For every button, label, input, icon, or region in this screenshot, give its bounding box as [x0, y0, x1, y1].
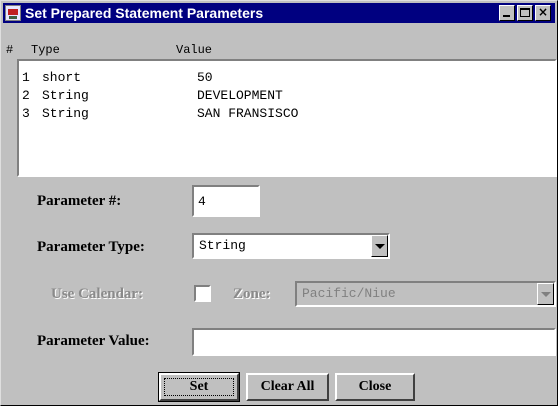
- parameters-list[interactable]: 1 short 50 2 String DEVELOPMENT 3 String…: [17, 59, 557, 177]
- list-item[interactable]: 1 short 50: [19, 69, 555, 87]
- maximize-button[interactable]: [517, 5, 533, 21]
- close-icon: ×: [537, 5, 549, 19]
- column-header-value[interactable]: Value: [176, 43, 212, 57]
- focus-ring: [164, 378, 234, 396]
- list-item[interactable]: 3 String SAN FRANSISCO: [19, 105, 555, 123]
- column-header-type[interactable]: Type: [31, 43, 60, 57]
- list-item[interactable]: 2 String DEVELOPMENT: [19, 87, 555, 105]
- use-calendar-label: Use Calendar:: [51, 286, 144, 302]
- use-calendar-checkbox[interactable]: [194, 285, 211, 302]
- parameter-value-input[interactable]: [192, 328, 556, 356]
- row-number: 2: [22, 88, 30, 103]
- column-header-number[interactable]: #: [6, 43, 13, 57]
- set-button[interactable]: Set: [158, 372, 240, 402]
- java-cup-icon: [5, 5, 21, 21]
- parameter-type-value: String: [199, 238, 246, 253]
- clear-all-button-label: Clear All: [260, 379, 315, 394]
- parameter-number-input[interactable]: [192, 185, 260, 217]
- row-value: DEVELOPMENT: [197, 88, 283, 103]
- close-button-label: Close: [358, 379, 392, 394]
- zone-label: Zone:: [233, 286, 271, 302]
- maximize-icon: [520, 8, 530, 17]
- row-type: String: [42, 106, 89, 121]
- chevron-down-icon: [541, 292, 551, 297]
- chevron-down-icon: [375, 244, 385, 249]
- window-title: Set Prepared Statement Parameters: [25, 5, 264, 21]
- close-button[interactable]: Close: [335, 373, 415, 401]
- dialog-window: Set Prepared Statement Parameters × # Ty…: [0, 0, 558, 406]
- minimize-icon: [503, 15, 510, 17]
- parameter-type-dropdown-button[interactable]: [371, 235, 388, 257]
- minimize-button[interactable]: [499, 5, 515, 21]
- row-type: String: [42, 88, 89, 103]
- parameter-value-label: Parameter Value:: [37, 333, 150, 349]
- row-value: SAN FRANSISCO: [197, 106, 299, 121]
- row-number: 3: [22, 106, 30, 121]
- zone-select[interactable]: Pacific/Niue: [295, 281, 556, 307]
- parameter-type-label: Parameter Type:: [37, 239, 145, 255]
- parameter-number-label: Parameter #:: [37, 193, 122, 209]
- parameter-type-select[interactable]: String: [192, 233, 390, 259]
- title-bar[interactable]: Set Prepared Statement Parameters ×: [3, 3, 555, 23]
- close-window-button[interactable]: ×: [535, 5, 551, 21]
- zone-value: Pacific/Niue: [302, 286, 396, 301]
- row-number: 1: [22, 70, 30, 85]
- row-type: short: [42, 70, 82, 85]
- clear-all-button[interactable]: Clear All: [246, 373, 329, 401]
- zone-dropdown-button[interactable]: [537, 283, 554, 305]
- row-value: 50: [197, 70, 213, 85]
